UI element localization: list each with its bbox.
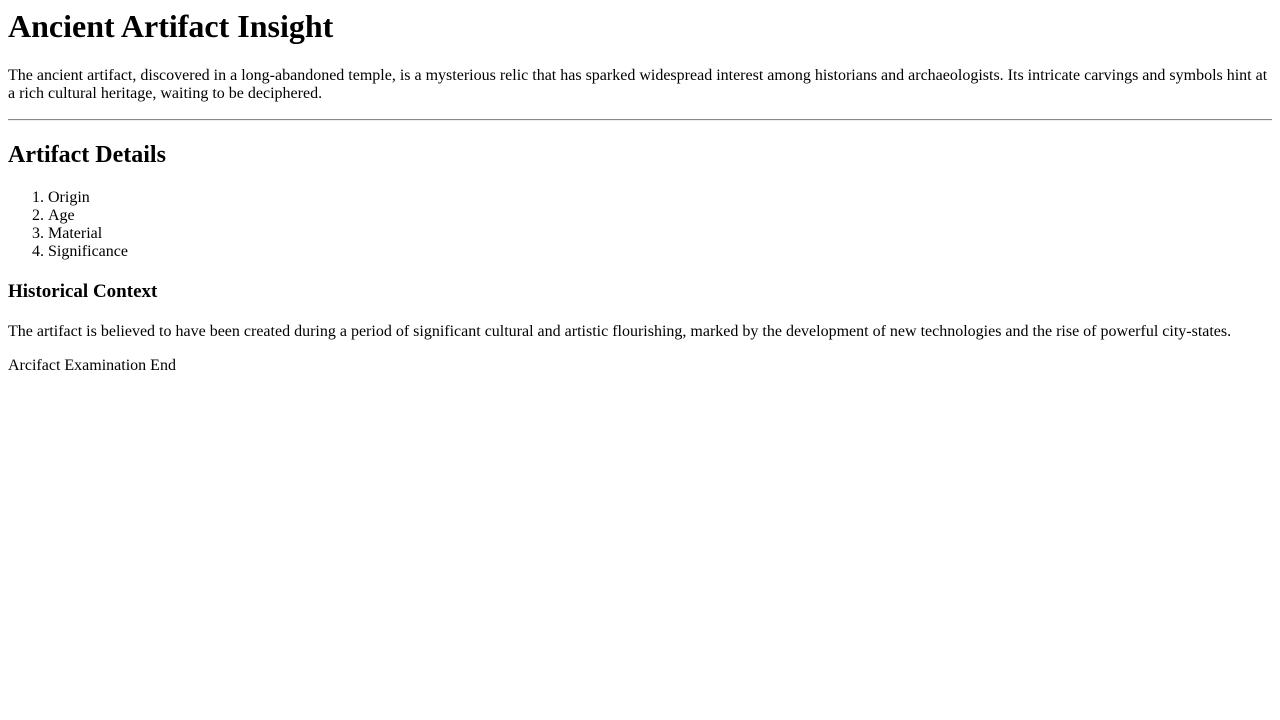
list-item: Age bbox=[48, 207, 1272, 225]
historical-context-heading: Historical Context bbox=[8, 281, 158, 302]
historical-context-paragraph: The artifact is believed to have been cr… bbox=[8, 323, 1232, 340]
list-item: Material bbox=[48, 225, 1272, 243]
list-item: Origin bbox=[48, 189, 1272, 207]
list-item: Significance bbox=[48, 243, 1272, 261]
artifact-details-heading: Artifact Details bbox=[8, 142, 166, 168]
page-title: Ancient Artifact Insight bbox=[8, 8, 334, 44]
artifact-details-list: Origin Age Material Significance bbox=[8, 189, 1272, 261]
examination-end-text: Arcifact Examination End bbox=[8, 357, 176, 374]
intro-paragraph: The ancient artifact, discovered in a lo… bbox=[8, 67, 1268, 102]
section-divider bbox=[8, 119, 1272, 121]
document-page: Ancient Artifact Insight The ancient art… bbox=[0, 0, 1280, 375]
